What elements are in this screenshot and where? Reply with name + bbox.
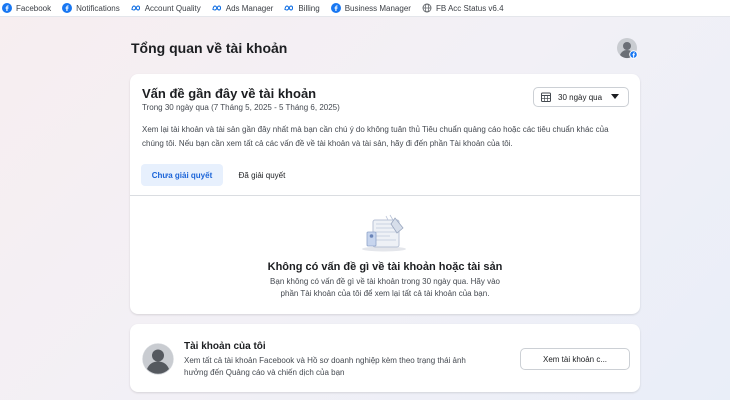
bookmark-label: Ads Manager bbox=[225, 3, 274, 13]
bookmark-label: Billing bbox=[298, 3, 320, 13]
bookmark-notifications[interactable]: Notifications bbox=[62, 3, 120, 13]
page-title: Tổng quan về tài khoản bbox=[131, 40, 288, 56]
bookmark-label: Business Manager bbox=[344, 3, 411, 13]
profile-avatar[interactable] bbox=[617, 38, 638, 59]
bookmark-fb-acc-status[interactable]: FB Acc Status v6.4 bbox=[422, 3, 504, 13]
meta-icon bbox=[284, 5, 294, 11]
issues-description: Xem lại tài khoản và tài sản gần đây nhấ… bbox=[142, 125, 609, 148]
issues-title: Vấn đề gần đây về tài khoản bbox=[142, 86, 317, 101]
calendar-icon bbox=[541, 92, 551, 102]
recent-issues-card: Vấn đề gần đây về tài khoản Trong 30 ngà… bbox=[130, 74, 640, 314]
meta-icon bbox=[131, 5, 140, 11]
bookmark-business-manager[interactable]: Business Manager bbox=[330, 3, 411, 13]
account-avatar bbox=[142, 343, 174, 375]
my-accounts-card: Tài khoản của tôi Xem tất cả tài khoản F… bbox=[130, 324, 640, 392]
bookmark-label: Account Quality bbox=[144, 3, 201, 13]
tab-unresolved[interactable]: Chưa giải quyết bbox=[141, 164, 223, 186]
bookmark-account-quality[interactable]: Account Quality bbox=[131, 3, 201, 13]
facebook-icon bbox=[62, 3, 73, 13]
bookmark-label: FB Acc Status v6.4 bbox=[435, 3, 504, 13]
empty-state-description: Bạn không có vấn đề gì về tài khoản tron… bbox=[270, 277, 500, 298]
facebook-icon bbox=[330, 3, 341, 13]
date-range-dropdown[interactable]: 30 ngày qua bbox=[533, 87, 629, 107]
view-accounts-button[interactable]: Xem tài khoản c... bbox=[520, 348, 630, 370]
facebook-icon bbox=[2, 3, 12, 13]
tab-resolved[interactable]: Đã giải quyết bbox=[230, 164, 294, 186]
bookmarks-bar: Facebook Notifications Account Quality A… bbox=[0, 0, 730, 17]
empty-state-illustration bbox=[362, 214, 406, 252]
caret-down-icon bbox=[611, 94, 619, 99]
globe-icon bbox=[422, 3, 432, 13]
bookmark-billing[interactable]: Billing bbox=[284, 3, 320, 13]
bookmark-ads-manager[interactable]: Ads Manager bbox=[212, 3, 274, 13]
my-accounts-title: Tài khoản của tôi bbox=[184, 341, 266, 352]
date-range-value: 30 ngày qua bbox=[558, 92, 603, 102]
issues-date-range-text: Trong 30 ngày qua (7 Tháng 5, 2025 - 5 T… bbox=[142, 103, 340, 112]
my-accounts-description: Xem tất cả tài khoản Facebook và Hồ sơ d… bbox=[184, 356, 466, 377]
bookmark-label: Notifications bbox=[76, 3, 120, 13]
bookmark-facebook[interactable]: Facebook bbox=[2, 3, 51, 13]
divider bbox=[130, 195, 640, 196]
empty-state-title: Không có vấn đề gì về tài khoản hoặc tài… bbox=[267, 261, 503, 273]
bookmark-label: Facebook bbox=[16, 3, 52, 13]
meta-icon bbox=[212, 5, 221, 11]
